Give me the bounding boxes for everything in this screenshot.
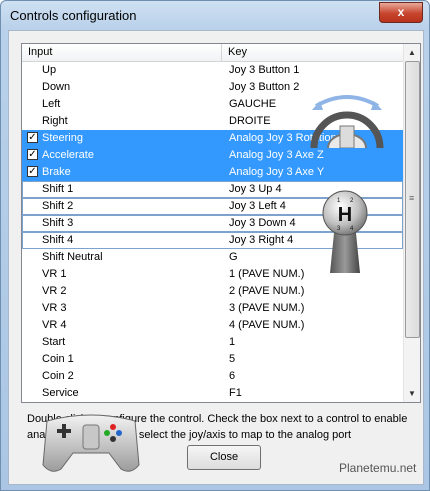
svg-text:H: H [338, 204, 352, 226]
controls-list[interactable]: Input Key Up Joy 3 Button 1 Down Joy 3 Butt… [21, 43, 421, 403]
gamepad-icon [42, 414, 140, 472]
key-binding: Analog Joy 3 Axe Z [229, 149, 324, 161]
vertical-scrollbar[interactable]: ▲ ≡ ▼ [403, 44, 420, 402]
list-item[interactable]: ✓ Brake Analog Joy 3 Axe Y [22, 164, 403, 181]
input-name: Right [42, 115, 68, 127]
watermark: Planetemu.net [339, 461, 417, 475]
input-name: Shift 1 [42, 183, 74, 195]
steering-wheel-icon [310, 95, 384, 148]
key-binding: 6 [229, 370, 236, 382]
scrollbar-grip-icon: ≡ [409, 193, 415, 203]
input-name: Brake [42, 166, 71, 178]
title-bar[interactable]: Controls configuration x [1, 1, 429, 29]
list-item[interactable]: Service F1 [22, 385, 403, 402]
key-binding: DROITE [229, 115, 271, 127]
scrollbar-thumb[interactable]: ≡ [405, 61, 420, 338]
gear-shifter-icon: H 1 2 3 4 [322, 190, 368, 273]
scroll-down-icon[interactable]: ▼ [404, 385, 420, 402]
key-binding: Analog Joy 3 Axe Y [229, 166, 325, 178]
list-item[interactable]: Coin 2 6 [22, 368, 403, 385]
key-binding: 5 [229, 353, 236, 365]
list-item[interactable]: Up Joy 3 Button 1 [22, 62, 403, 79]
input-name: Up [42, 64, 57, 76]
list-item[interactable]: Coin 1 5 [22, 351, 403, 368]
column-header-input[interactable]: Input [22, 44, 222, 61]
close-icon: x [397, 5, 405, 19]
input-name: Accelerate [42, 149, 94, 161]
analog-checkbox[interactable]: ✓ [27, 132, 38, 143]
key-binding: 2 (PAVE NUM.) [229, 285, 305, 297]
input-name: Coin 2 [42, 370, 74, 382]
list-item[interactable]: Start 1 [22, 334, 403, 351]
key-binding: Joy 3 Down 4 [229, 217, 296, 229]
list-item[interactable]: VR 3 3 (PAVE NUM.) [22, 300, 403, 317]
column-header-key[interactable]: Key [222, 44, 403, 61]
list-item[interactable]: VR 2 2 (PAVE NUM.) [22, 283, 403, 300]
key-binding: Joy 3 Up 4 [229, 183, 282, 195]
list-item[interactable]: VR 4 4 (PAVE NUM.) [22, 317, 403, 334]
input-name: Shift 2 [42, 200, 74, 212]
key-binding: G [229, 251, 238, 263]
list-item[interactable]: ✓ Accelerate Analog Joy 3 Axe Z [22, 147, 403, 164]
input-name: VR 2 [42, 285, 67, 297]
key-binding: F1 [229, 387, 242, 399]
input-name: VR 3 [42, 302, 67, 314]
input-name: Service [42, 387, 79, 399]
scroll-up-icon[interactable]: ▲ [404, 44, 420, 61]
key-binding: 1 (PAVE NUM.) [229, 268, 305, 280]
key-binding: 1 [229, 336, 236, 348]
key-binding: Joy 3 Left 4 [229, 200, 286, 212]
key-binding: 4 (PAVE NUM.) [229, 319, 305, 331]
key-binding: Joy 3 Button 1 [229, 64, 300, 76]
input-name: VR 1 [42, 268, 67, 280]
input-name: Coin 1 [42, 353, 74, 365]
key-binding: GAUCHE [229, 98, 277, 110]
key-binding: 3 (PAVE NUM.) [229, 302, 305, 314]
analog-checkbox[interactable]: ✓ [27, 149, 38, 160]
key-binding: Joy 3 Right 4 [229, 234, 294, 246]
analog-checkbox[interactable]: ✓ [27, 166, 38, 177]
list-header: Input Key [22, 44, 403, 62]
window-close-button[interactable]: x [379, 2, 423, 23]
input-name: Shift 3 [42, 217, 74, 229]
input-name: Left [42, 98, 61, 110]
input-name: VR 4 [42, 319, 67, 331]
input-name: Shift 4 [42, 234, 74, 246]
window-title: Controls configuration [10, 8, 137, 23]
controls-configuration-window: Controls configuration x Input Key Up Joy… [0, 0, 430, 491]
key-binding: Joy 3 Button 2 [229, 81, 300, 93]
close-button[interactable]: Close [187, 445, 261, 470]
input-name: Down [42, 81, 71, 93]
input-name: Shift Neutral [42, 251, 103, 263]
input-name: Steering [42, 132, 83, 144]
input-name: Start [42, 336, 66, 348]
